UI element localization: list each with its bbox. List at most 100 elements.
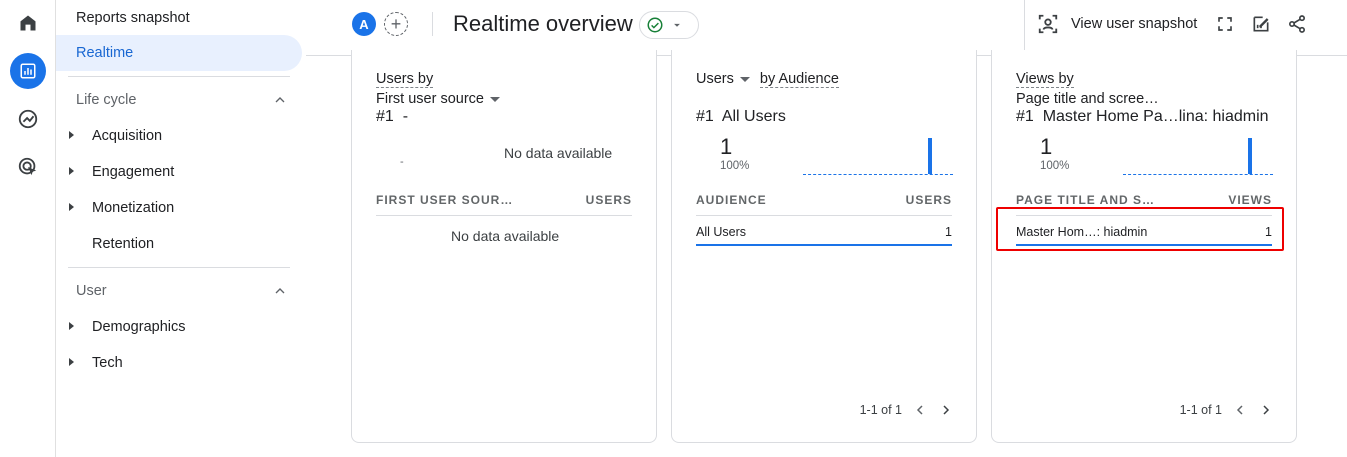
metric-label[interactable]: Views by — [1016, 71, 1074, 88]
rank-number: #1 — [696, 108, 714, 125]
table-header-divider — [696, 215, 952, 216]
pagination-label: 1-1 of 1 — [1179, 403, 1222, 417]
sparkline-bar — [928, 138, 932, 174]
nav-item-monetization[interactable]: Monetization — [56, 190, 302, 226]
metric-label: Users — [696, 71, 734, 87]
nav-divider — [68, 267, 290, 268]
column-header: USERS — [585, 193, 632, 207]
top-percent: 100% — [1040, 160, 1070, 172]
chevron-right-icon[interactable] — [1258, 402, 1274, 418]
edit-report-icon[interactable] — [1249, 12, 1273, 36]
page-title: Realtime overview — [453, 11, 633, 36]
row-name: All Users — [696, 225, 747, 239]
explore-icon[interactable] — [10, 101, 46, 137]
sparkline-baseline — [1123, 174, 1273, 175]
nav-item-label: Retention — [92, 236, 155, 252]
rank-number: #1 — [376, 108, 394, 125]
card-users-by-audience: Users by Audience #1 All Users 1 100% AU… — [671, 50, 977, 443]
top-rank: #1 - — [376, 108, 408, 126]
header-actions: View user snapshot — [1024, 0, 1347, 56]
view-user-snapshot-button[interactable]: View user snapshot — [1037, 12, 1197, 36]
icon-rail — [0, 0, 56, 457]
metric-label[interactable]: Users by — [376, 71, 434, 88]
nav-item-acquisition[interactable]: Acquisition — [56, 118, 302, 154]
share-icon[interactable] — [1285, 12, 1309, 36]
dimension-dropdown[interactable]: First user source — [376, 91, 500, 107]
column-header: FIRST USER SOUR… — [376, 193, 514, 207]
column-header: VIEWS — [1228, 193, 1272, 207]
reports-icon[interactable] — [10, 53, 46, 89]
card-title: Users by First user source — [376, 69, 500, 109]
chevron-left-icon[interactable] — [1232, 402, 1248, 418]
top-rank: #1 All Users — [696, 108, 786, 126]
sparkline-bar — [1248, 138, 1252, 174]
caret-right-icon — [69, 167, 74, 175]
nav-item-label: Demographics — [92, 319, 186, 335]
metric-dropdown[interactable]: Users — [696, 71, 750, 87]
nav-item-reports-snapshot[interactable]: Reports snapshot — [56, 0, 302, 36]
report-content: Users by First user source #1 - - No dat… — [306, 50, 1347, 457]
highlight-box — [996, 207, 1284, 251]
column-header: AUDIENCE — [696, 193, 767, 207]
rank-number: #1 — [1016, 108, 1034, 125]
nav-item-label: Acquisition — [92, 128, 163, 144]
comparison-avatar[interactable]: A — [352, 12, 376, 36]
advertising-icon[interactable] — [10, 149, 46, 185]
card-title: Views by Page title and scree… — [1016, 69, 1159, 109]
pagination-label: 1-1 of 1 — [859, 403, 902, 417]
rank-value: - — [402, 108, 409, 125]
table-row[interactable]: All Users 1 — [696, 220, 952, 246]
view-user-snapshot-label: View user snapshot — [1071, 16, 1198, 32]
chevron-up-icon — [275, 288, 285, 294]
dropdown-caret-icon — [489, 96, 500, 102]
chevron-up-icon — [275, 97, 285, 103]
status-dropdown[interactable] — [639, 11, 699, 39]
caret-right-icon — [69, 322, 74, 330]
chevron-left-icon[interactable] — [912, 402, 928, 418]
nav-item-engagement[interactable]: Engagement — [56, 154, 302, 190]
header-separator — [432, 12, 433, 36]
nav-item-tech[interactable]: Tech — [56, 345, 302, 381]
pagination: 1-1 of 1 — [1180, 402, 1274, 418]
caret-right-icon — [69, 131, 74, 139]
section-user[interactable]: User — [56, 273, 302, 309]
dropdown-caret-icon — [739, 76, 750, 82]
nav-item-label: Monetization — [92, 200, 175, 216]
nav-item-realtime[interactable]: Realtime — [56, 35, 302, 71]
person-snapshot-icon — [1038, 14, 1058, 34]
nav-item-retention[interactable]: Retention — [56, 226, 302, 262]
card-views-by-page-title: Views by Page title and scree… #1 Master… — [991, 50, 1297, 443]
spark-placeholder: - — [400, 156, 404, 168]
section-life-cycle[interactable]: Life cycle — [56, 82, 302, 118]
dimension-label[interactable]: Page title and scree… — [1016, 91, 1159, 107]
card-title: Users by Audience — [696, 69, 839, 89]
page-header: A + Realtime overview View user snapshot — [306, 0, 1347, 56]
add-comparison-button[interactable]: + — [384, 12, 408, 36]
nav-item-label: Engagement — [92, 164, 175, 180]
table-no-data: No data available — [451, 228, 560, 244]
top-rank: #1 Master Home Pa…lina: hiadmin — [1016, 108, 1269, 126]
dimension-label: First user source — [376, 91, 484, 107]
chevron-right-icon[interactable] — [938, 402, 954, 418]
top-value: 1 — [1040, 134, 1053, 159]
rank-value: All Users — [721, 108, 786, 125]
row-value: 1 — [945, 225, 952, 239]
nav-item-label: Tech — [92, 355, 123, 371]
caret-right-icon — [69, 358, 74, 366]
card-users-by-first-user-source: Users by First user source #1 - - No dat… — [351, 50, 657, 443]
nav-item-demographics[interactable]: Demographics — [56, 309, 302, 345]
column-header: PAGE TITLE AND S… — [1016, 193, 1156, 207]
top-percent: 100% — [720, 160, 750, 172]
dimension-label[interactable]: by Audience — [759, 71, 839, 88]
sparkline-baseline — [803, 174, 953, 175]
section-label: User — [76, 283, 107, 299]
section-label: Life cycle — [76, 92, 137, 108]
home-icon[interactable] — [10, 5, 46, 41]
top-value: 1 — [720, 134, 733, 159]
caret-right-icon — [69, 203, 74, 211]
rank-value: Master Home Pa…lina: hiadmin — [1042, 108, 1269, 125]
column-header: USERS — [905, 193, 952, 207]
chart-no-data: No data available — [504, 145, 613, 161]
fullscreen-icon[interactable] — [1213, 12, 1237, 36]
chevron-down-icon — [674, 23, 680, 27]
